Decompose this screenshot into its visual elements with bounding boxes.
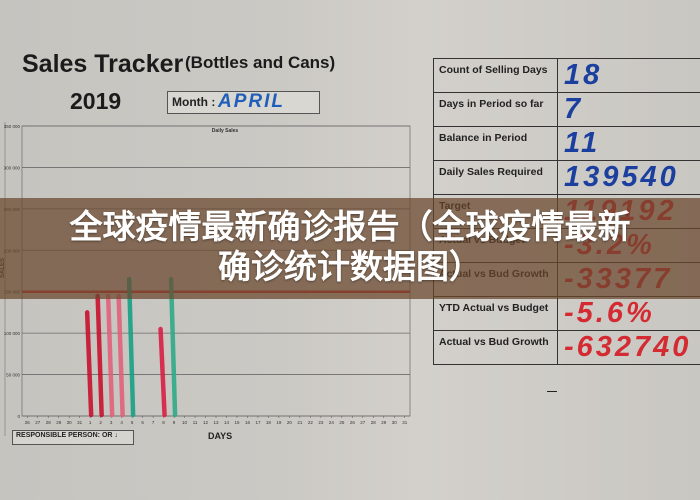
bar-layer <box>84 277 178 418</box>
x-tick-label: 5 <box>131 420 134 425</box>
x-tick-label: 1 <box>89 420 92 425</box>
kpi-value: -632740 <box>557 330 700 365</box>
x-tick-label: 25 <box>339 420 345 425</box>
kpi-value: 11 <box>557 126 700 161</box>
dash-mark <box>547 391 557 392</box>
x-tick-label: 3 <box>110 420 113 425</box>
x-tick-label: 31 <box>402 420 408 425</box>
x-tick-label: 6 <box>141 420 144 425</box>
sales-bar-day-5 <box>126 277 136 418</box>
sheet-title: Sales Tracker <box>22 50 184 78</box>
kpi-value: -5.6% <box>557 296 700 331</box>
x-tick-label: 24 <box>329 420 335 425</box>
x-tick-label: 2 <box>99 420 102 425</box>
sales-bar-day-3 <box>105 293 115 418</box>
kpi-row: Days in Period so far 7 <box>433 92 700 127</box>
sales-bar-day-9 <box>168 277 178 418</box>
y-tick-label: 0 <box>17 414 20 419</box>
y-tick-label: 350 000 <box>4 124 21 129</box>
headline-line-1: 全球疫情最新确诊报告（全球疫情最新 <box>69 208 631 245</box>
x-tick-label: 26 <box>25 420 31 425</box>
kpi-label: Actual vs Bud Growth <box>433 330 558 365</box>
kpi-label: YTD Actual vs Budget <box>433 296 558 331</box>
x-tick-label: 30 <box>392 420 398 425</box>
x-tick-label: 29 <box>381 420 387 425</box>
y-tick-label: 300 000 <box>4 165 21 170</box>
x-tick-label: 11 <box>193 420 198 425</box>
responsible-person-label: RESPONSIBLE PERSON: OR ↓ <box>16 432 118 439</box>
month-box: Month : APRIL <box>167 91 320 114</box>
headline-text: 全球疫情最新确诊报告（全球疫情最新 确诊统计数据图） <box>0 207 700 287</box>
x-tick-label: 20 <box>287 420 293 425</box>
x-tick-label: 10 <box>182 420 188 425</box>
x-tick-label: 8 <box>162 420 165 425</box>
headline-line-2: 确诊统计数据图） <box>218 248 482 285</box>
headline-banner: 全球疫情最新确诊报告（全球疫情最新 确诊统计数据图） <box>0 198 700 299</box>
x-tick-labels: 26 27 28 29 30 31 1 2 3 4 5 6 7 8 9 10 11 12 13 14 15 16 17 18 1… <box>25 416 408 425</box>
x-tick-label: 19 <box>276 420 282 425</box>
x-tick-label: 27 <box>35 420 41 425</box>
x-tick-label: 29 <box>56 420 62 425</box>
month-value: APRIL <box>218 91 285 112</box>
sales-bar-day-8 <box>158 326 167 418</box>
x-tick-label: 15 <box>234 420 240 425</box>
x-tick-label: 28 <box>46 420 52 425</box>
sales-bar-day-2 <box>95 293 104 418</box>
x-tick-label: 4 <box>120 420 123 425</box>
x-tick-label: 9 <box>173 420 176 425</box>
x-tick-label: 27 <box>360 420 366 425</box>
x-tick-label: 18 <box>266 420 272 425</box>
kpi-row: Count of Selling Days 18 <box>433 58 700 93</box>
kpi-label: Daily Sales Required <box>433 160 558 195</box>
responsible-mark: ↓ <box>114 432 118 439</box>
chart-title: Daily Sales <box>212 128 239 134</box>
kpi-value: 139540 <box>557 160 700 195</box>
x-tick-label: 16 <box>245 420 251 425</box>
x-tick-label: 23 <box>318 420 324 425</box>
x-tick-label: 7 <box>152 420 155 425</box>
x-tick-label: 31 <box>77 420 83 425</box>
x-tick-label: 17 <box>255 420 261 425</box>
x-tick-label: 13 <box>213 420 219 425</box>
kpi-label: Days in Period so far <box>433 92 558 127</box>
sheet-subtitle: (Bottles and Cans) <box>185 53 336 72</box>
kpi-label: Balance in Period <box>433 126 558 161</box>
x-tick-label: 30 <box>67 420 73 425</box>
kpi-value: 18 <box>557 58 700 93</box>
sales-bar-day-1 <box>84 310 94 418</box>
kpi-row: YTD Actual vs Budget -5.6% <box>433 296 700 331</box>
x-tick-label: 26 <box>350 420 356 425</box>
kpi-row: Actual vs Bud Growth -632740 <box>433 330 700 365</box>
month-label: Month : <box>172 95 216 109</box>
sheet-year: 2019 <box>70 88 122 114</box>
x-tick-label: 22 <box>308 420 314 425</box>
x-tick-label: 21 <box>297 420 303 425</box>
responsible-person-box: RESPONSIBLE PERSON: OR ↓ <box>12 430 134 445</box>
y-tick-label: 50 000 <box>6 373 20 378</box>
kpi-value: 7 <box>557 92 700 127</box>
x-tick-label: 12 <box>203 420 209 425</box>
sales-bar-day-4 <box>116 293 125 418</box>
x-tick-label: 14 <box>224 420 230 425</box>
x-tick-label: 28 <box>371 420 377 425</box>
kpi-row: Daily Sales Required 139540 <box>433 160 700 195</box>
kpi-label: Count of Selling Days <box>433 58 558 93</box>
kpi-row: Balance in Period 11 <box>433 126 700 161</box>
y-tick-label: 100 000 <box>4 331 21 336</box>
x-axis-label: DAYS <box>208 431 233 441</box>
